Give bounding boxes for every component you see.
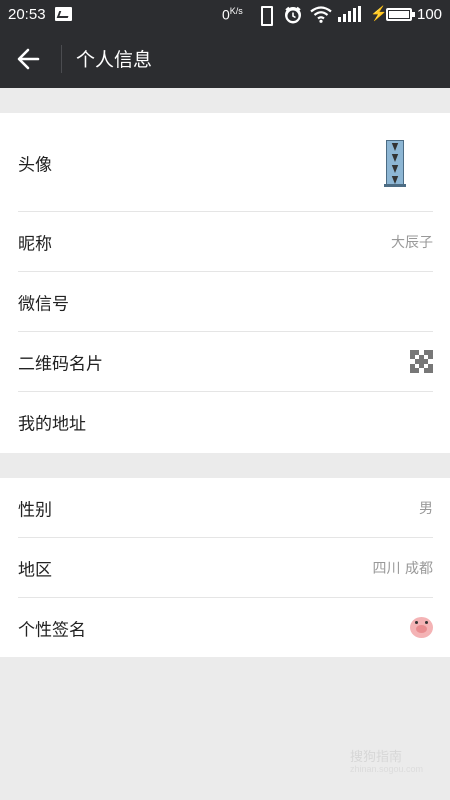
profile-section: 头像 昵称 大辰子 微信号 二维码名片 我的地址: [0, 113, 450, 453]
status-bar: 20:53 0K/s ⚡ 100: [0, 0, 450, 30]
address-row[interactable]: 我的地址: [0, 392, 450, 452]
header-divider: [61, 45, 62, 73]
avatar-label: 头像: [18, 155, 52, 175]
pig-emoji-icon: [410, 617, 433, 638]
region-label: 地区: [18, 560, 52, 581]
qrcode-label: 二维码名片: [18, 354, 103, 375]
wifi-icon: [310, 6, 332, 23]
watermark-text: 搜狗指南: [350, 749, 403, 764]
qr-code-icon: [410, 350, 433, 373]
address-label: 我的地址: [18, 414, 86, 435]
status-time: 20:53: [8, 6, 46, 23]
network-speed-unit: K/s: [229, 6, 243, 16]
app-header: 个人信息: [0, 30, 450, 88]
gender-label: 性别: [18, 500, 52, 521]
signature-row[interactable]: 个性签名: [0, 598, 450, 658]
alarm-icon: [284, 6, 302, 24]
nickname-row[interactable]: 昵称 大辰子: [0, 212, 450, 272]
nickname-label: 昵称: [18, 234, 52, 255]
gender-value: 男: [419, 501, 433, 517]
region-value: 四川 成都: [372, 561, 433, 577]
network-speed-value: 0: [222, 6, 230, 23]
signal-icon: [338, 6, 364, 24]
watermark-url: zhinan.sogou.com: [350, 764, 424, 774]
avatar-row[interactable]: 头像: [0, 113, 450, 212]
page-title: 个人信息: [76, 49, 153, 71]
details-section: 性别 男 地区 四川 成都 个性签名: [0, 478, 450, 657]
signature-label: 个性签名: [18, 620, 86, 641]
vibrate-icon: [259, 6, 273, 26]
battery-icon: [386, 8, 415, 21]
network-speed: 0K/s: [222, 6, 243, 23]
arrow-left-icon[interactable]: [14, 45, 44, 73]
wechat-id-label: 微信号: [18, 294, 69, 315]
nickname-value: 大辰子: [391, 235, 433, 251]
image-notification-icon: [55, 7, 72, 21]
gender-row[interactable]: 性别 男: [0, 478, 450, 538]
wechat-id-row[interactable]: 微信号: [0, 272, 450, 332]
region-row[interactable]: 地区 四川 成都: [0, 538, 450, 598]
charging-icon: ⚡: [370, 5, 388, 21]
battery-percent: 100: [417, 6, 443, 23]
qrcode-row[interactable]: 二维码名片: [0, 332, 450, 392]
avatar[interactable]: [384, 140, 406, 187]
